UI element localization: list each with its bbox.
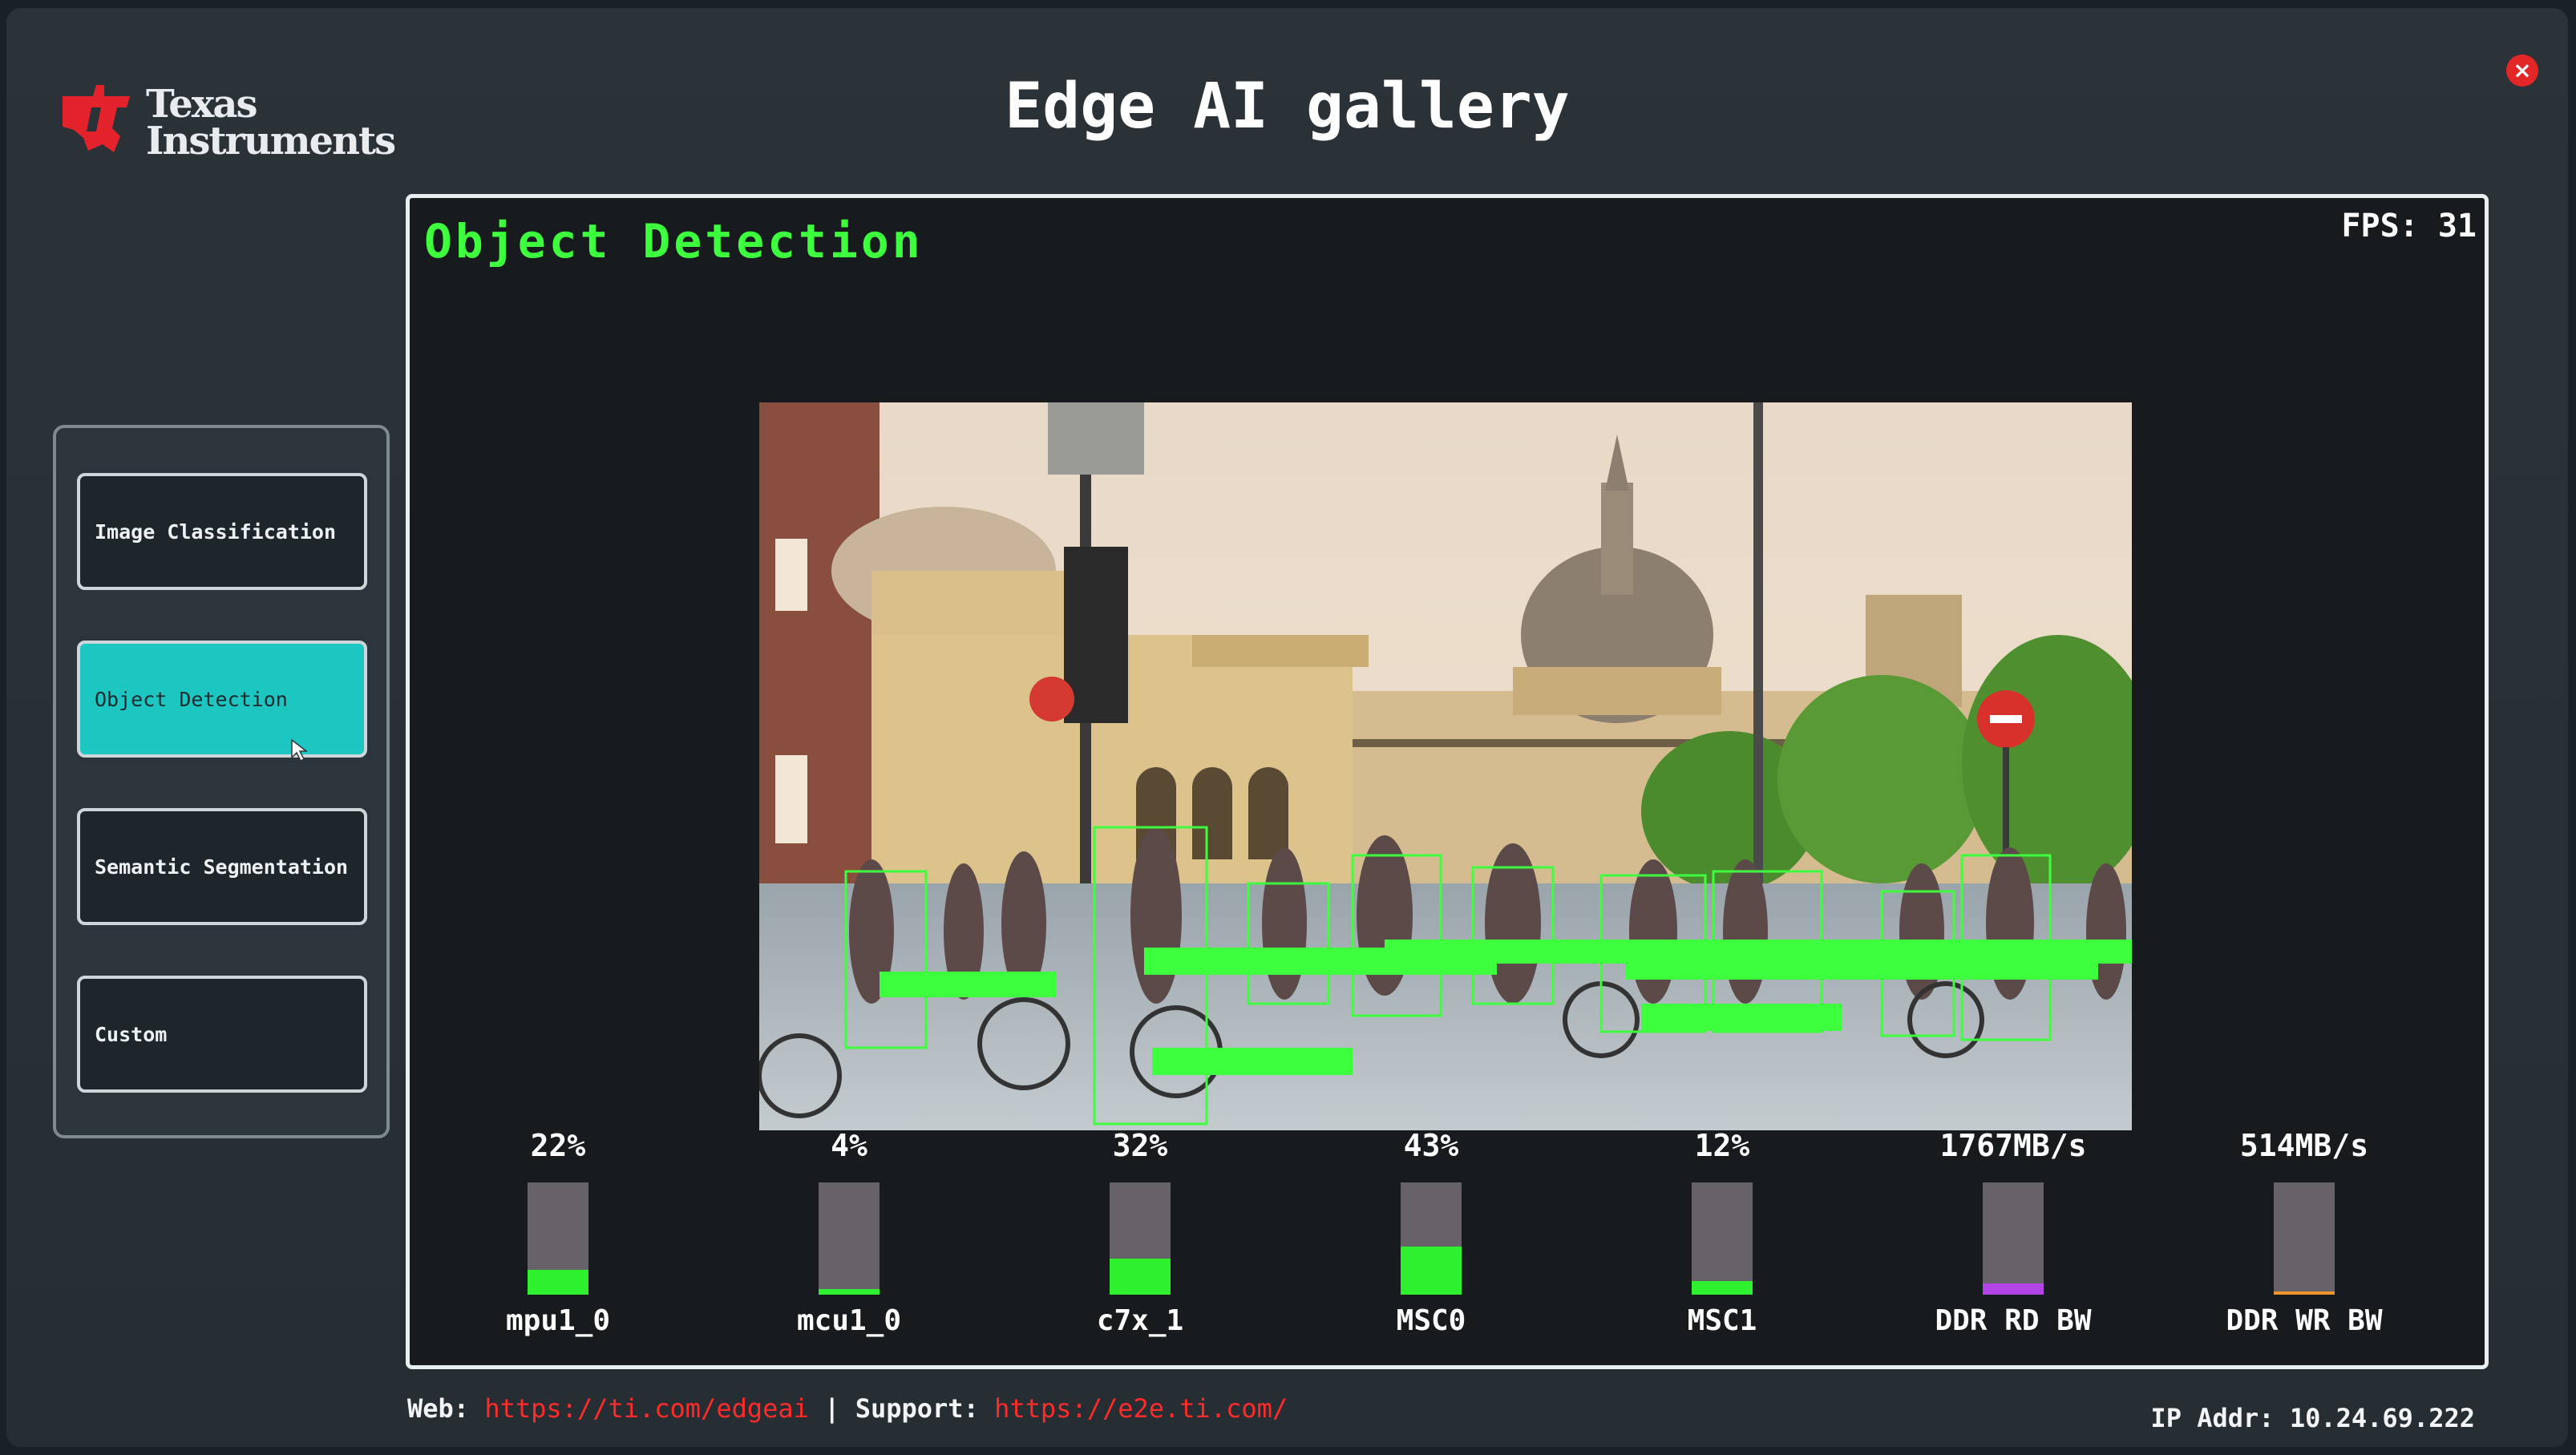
button-label: Semantic Segmentation [95, 855, 349, 879]
stat-label: MSC0 [1396, 1304, 1466, 1337]
stat-c7x-1: 32% c7x_1 [1036, 1128, 1244, 1352]
stat-bar [528, 1182, 588, 1295]
stat-bar [1692, 1182, 1753, 1295]
semantic-segmentation-button[interactable]: Semantic Segmentation [77, 808, 367, 925]
stat-bar-fill [1692, 1281, 1753, 1295]
stat-value: 12% [1694, 1128, 1750, 1163]
stat-mcu1-0: 4% mcu1_0 [745, 1128, 953, 1352]
button-label: Object Detection [95, 687, 288, 711]
image-classification-button[interactable]: Image Classification [77, 473, 367, 590]
stat-label: mcu1_0 [796, 1304, 902, 1337]
support-label: Support: [855, 1393, 979, 1424]
stat-bar-fill [1401, 1246, 1462, 1295]
stat-label: MSC1 [1687, 1304, 1757, 1337]
street-scene-image [759, 402, 2132, 1130]
stat-label: DDR WR BW [2226, 1304, 2383, 1337]
support-link[interactable]: https://e2e.ti.com/ [994, 1393, 1288, 1424]
ip-value: 10.24.69.222 [2289, 1403, 2475, 1433]
fps-counter: FPS: 31 [2341, 208, 2477, 245]
stat-bar [1983, 1182, 2044, 1295]
fps-label: FPS: [2341, 208, 2419, 245]
button-label: Custom [95, 1022, 168, 1046]
stat-label: c7x_1 [1096, 1304, 1184, 1337]
stat-bar-fill [819, 1289, 880, 1295]
stat-ddr-rd-bw: 1767MB/s DDR RD BW [1909, 1128, 2117, 1352]
demo-title: Object Detection [424, 214, 924, 269]
mouse-cursor-icon [291, 738, 309, 762]
stat-bar-fill [528, 1270, 588, 1295]
stat-label: DDR RD BW [1935, 1304, 2092, 1337]
stat-mpu1-0: 22% mpu1_0 [454, 1128, 662, 1352]
stat-bar [1110, 1182, 1171, 1295]
object-detection-button[interactable]: Object Detection [77, 641, 367, 762]
stat-label: mpu1_0 [505, 1304, 611, 1337]
close-icon: × [2513, 57, 2532, 83]
button-label: Image Classification [95, 519, 337, 544]
web-link[interactable]: https://ti.com/edgeai [484, 1393, 809, 1424]
fps-value: 31 [2437, 208, 2477, 245]
ip-label: IP Addr: [2150, 1403, 2275, 1433]
stat-bar-fill [1110, 1259, 1171, 1295]
demo-sidebar: Image Classification Object Detection Se… [53, 425, 390, 1138]
stat-value: 22% [530, 1128, 586, 1163]
stat-bar [819, 1182, 880, 1295]
custom-button[interactable]: Custom [77, 976, 367, 1093]
footer-separator: | [824, 1393, 840, 1424]
stat-bar [1401, 1182, 1462, 1295]
stat-bar [2274, 1182, 2335, 1295]
stat-value: 1767MB/s [1939, 1128, 2087, 1163]
close-button[interactable]: × [2506, 55, 2538, 87]
stat-bar-fill [2274, 1291, 2335, 1295]
app-title: Edge AI gallery [1005, 71, 1570, 143]
stat-ddr-wr-bw: 514MB/s DDR WR BW [2200, 1128, 2408, 1352]
ip-address: IP Addr: 10.24.69.222 [2150, 1403, 2475, 1433]
footer-links: Web: https://ti.com/edgeai | Support: ht… [407, 1393, 1288, 1424]
stat-value: 32% [1112, 1128, 1168, 1163]
stat-value: 4% [831, 1128, 867, 1163]
stat-msc0: 43% MSC0 [1327, 1128, 1535, 1352]
stat-value: 514MB/s [2239, 1128, 2369, 1163]
stat-msc1: 12% MSC1 [1618, 1128, 1826, 1352]
web-label: Web: [407, 1393, 470, 1424]
stat-bar-fill [1983, 1283, 2044, 1295]
video-feed [759, 402, 2132, 1130]
demo-panel: Object Detection FPS: 31 22% mpu1_0 4% m… [406, 194, 2489, 1369]
app-window: Texas Instruments Edge AI gallery × Imag… [6, 8, 2568, 1447]
stat-value: 43% [1403, 1128, 1459, 1163]
